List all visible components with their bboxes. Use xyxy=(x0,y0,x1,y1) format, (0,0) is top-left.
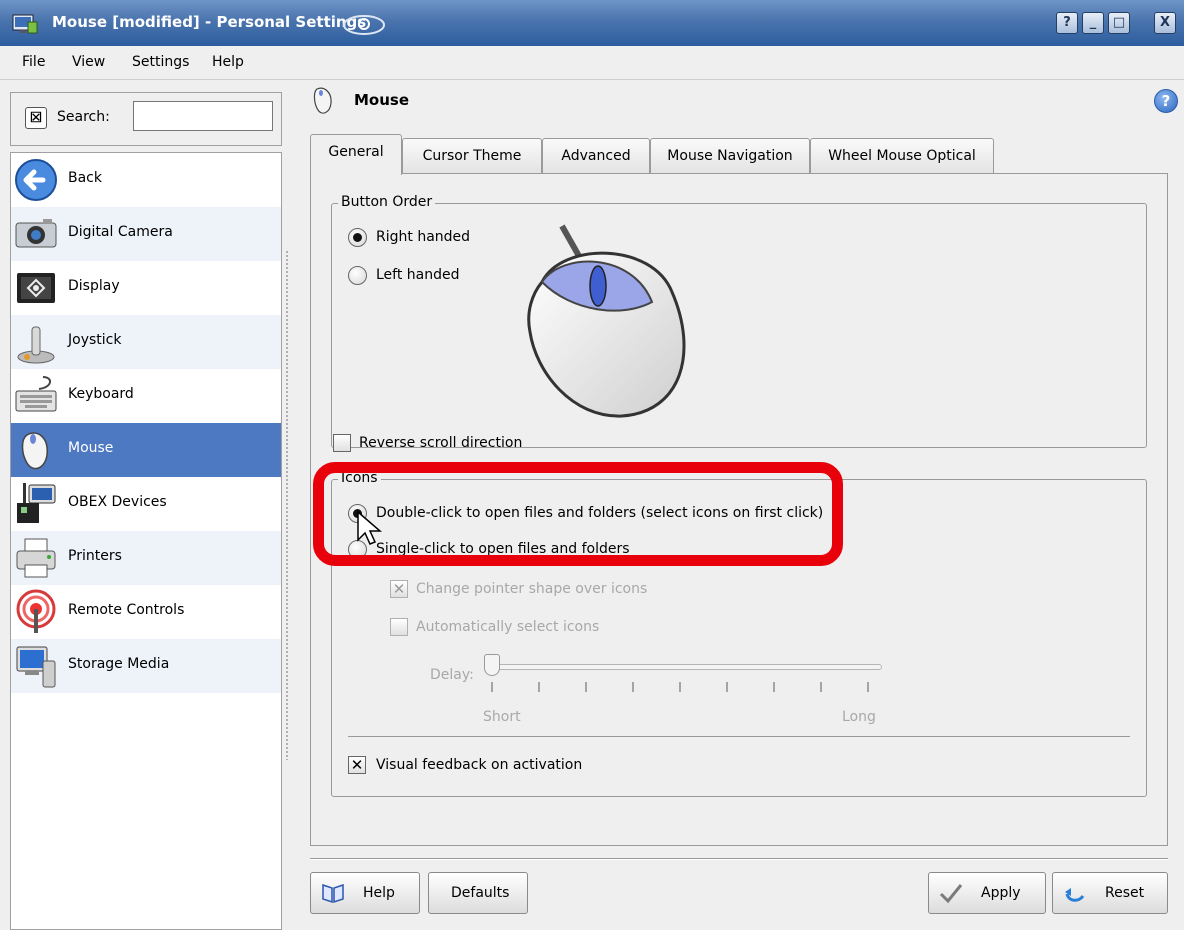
tab-general[interactable]: General xyxy=(310,134,402,175)
sidebar-item-display[interactable]: Display xyxy=(11,261,281,315)
right-handed-label[interactable]: Right handed xyxy=(376,229,470,245)
tab-cursor-theme[interactable]: Cursor Theme xyxy=(402,138,542,174)
reverse-scroll-checkbox[interactable] xyxy=(333,434,351,452)
sidebar-item-label: Display xyxy=(68,278,120,294)
keyboard-icon xyxy=(15,376,57,412)
auto-select-label[interactable]: Automatically select icons xyxy=(416,619,599,635)
slider-ticks xyxy=(491,682,869,692)
reset-button[interactable]: Reset xyxy=(1052,872,1168,914)
menu-settings[interactable]: Settings xyxy=(132,54,189,70)
sidebar-item-label: Storage Media xyxy=(68,656,170,672)
search-input[interactable] xyxy=(133,101,273,131)
short-label: Short xyxy=(483,709,521,725)
delay-slider-handle[interactable] xyxy=(484,654,500,676)
sidebar-list: Back Digital Camera Display Joystick Key… xyxy=(10,152,282,930)
clear-search-icon[interactable]: ⮽ xyxy=(25,107,47,129)
defaults-button-label: Defaults xyxy=(451,885,510,901)
settings-app-icon xyxy=(12,14,38,34)
highlight-annotation xyxy=(313,462,843,566)
sidebar-item-keyboard[interactable]: Keyboard xyxy=(11,369,281,423)
joystick-icon xyxy=(17,326,55,364)
help-book-icon xyxy=(322,883,344,904)
auto-select-checkbox[interactable] xyxy=(390,618,408,636)
sidebar-item-label: Back xyxy=(68,170,102,186)
help-icon[interactable]: ? xyxy=(1154,89,1178,113)
mouse-icon xyxy=(313,87,332,114)
help-button-label: Help xyxy=(363,885,395,901)
change-pointer-label[interactable]: Change pointer shape over icons xyxy=(416,581,647,597)
sidebar-item-mouse[interactable]: Mouse xyxy=(11,423,281,477)
display-icon xyxy=(17,273,55,303)
menu-file[interactable]: File xyxy=(22,54,45,70)
back-arrow-icon xyxy=(15,159,57,201)
minimize-button[interactable]: _ xyxy=(1082,12,1104,34)
change-pointer-checkbox[interactable]: ✕ xyxy=(390,580,408,598)
context-help-button[interactable]: ? xyxy=(1056,12,1078,34)
menu-bar: File View Settings Help xyxy=(0,46,1184,80)
mouse-pointer-icon xyxy=(357,510,383,545)
reset-arrow-icon xyxy=(1065,888,1085,902)
sidebar-item-label: Keyboard xyxy=(68,386,134,402)
divider xyxy=(348,736,1130,737)
sidebar-item-label: OBEX Devices xyxy=(68,494,167,510)
right-handed-radio[interactable] xyxy=(348,228,367,247)
left-handed-label[interactable]: Left handed xyxy=(376,267,460,283)
sidebar-item-label: Mouse xyxy=(68,440,114,456)
search-area: ⮽ Search: xyxy=(10,92,282,146)
sidebar-item-label: Remote Controls xyxy=(68,602,185,618)
sidebar-item-digital-camera[interactable]: Digital Camera xyxy=(11,207,281,261)
left-handed-radio[interactable] xyxy=(348,266,367,285)
camera-icon xyxy=(15,219,57,248)
visual-feedback-checkbox[interactable]: ✕ xyxy=(348,756,366,774)
sidebar-item-storage-media[interactable]: Storage Media xyxy=(11,639,281,693)
sidebar-item-label: Digital Camera xyxy=(68,224,173,240)
tab-mouse-navigation[interactable]: Mouse Navigation xyxy=(650,138,810,174)
printer-icon xyxy=(16,538,56,578)
tab-advanced[interactable]: Advanced xyxy=(542,138,650,174)
delay-label: Delay: xyxy=(430,667,474,683)
sidebar-item-printers[interactable]: Printers xyxy=(11,531,281,585)
delay-slider-track[interactable] xyxy=(490,664,882,670)
apply-button[interactable]: Apply xyxy=(928,872,1046,914)
sidebar-item-obex-devices[interactable]: OBEX Devices xyxy=(11,477,281,531)
maximize-button[interactable]: □ xyxy=(1108,12,1130,34)
window-title: Mouse [modified] - Personal Settings xyxy=(52,13,367,31)
button-order-group: Button Order Right handed Left handed xyxy=(331,194,1147,448)
checkmark-icon xyxy=(939,884,963,904)
obex-icon xyxy=(17,483,56,523)
sidebar-item-label: Joystick xyxy=(68,332,122,348)
close-button[interactable]: X xyxy=(1154,12,1176,34)
sidebar-item-remote-controls[interactable]: Remote Controls xyxy=(11,585,281,639)
mouse-icon xyxy=(21,432,48,470)
menu-view[interactable]: View xyxy=(72,54,105,70)
help-button[interactable]: Help xyxy=(310,872,420,914)
sidebar-item-back[interactable]: Back xyxy=(11,153,281,207)
divider xyxy=(310,858,1168,860)
reverse-scroll-label[interactable]: Reverse scroll direction xyxy=(359,435,522,451)
defaults-button[interactable]: Defaults xyxy=(428,872,528,914)
sidebar-item-label: Printers xyxy=(68,548,122,564)
long-label: Long xyxy=(842,709,876,725)
visual-feedback-label[interactable]: Visual feedback on activation xyxy=(376,757,582,773)
kde-swirl-icon xyxy=(343,15,385,35)
tab-wheel-mouse-optical[interactable]: Wheel Mouse Optical xyxy=(810,138,994,174)
remote-icon xyxy=(16,589,56,633)
apply-button-label: Apply xyxy=(981,885,1021,901)
page-title: Mouse xyxy=(354,91,410,109)
reset-button-label: Reset xyxy=(1105,885,1145,901)
sidebar-item-joystick[interactable]: Joystick xyxy=(11,315,281,369)
group-title: Button Order xyxy=(338,194,436,210)
title-bar: Mouse [modified] - Personal Settings ? _… xyxy=(0,0,1184,46)
mouse-illustration-icon xyxy=(527,224,686,418)
storage-icon xyxy=(16,646,56,688)
menu-help[interactable]: Help xyxy=(212,54,244,70)
search-label: Search: xyxy=(57,109,110,125)
panel-splitter[interactable] xyxy=(285,250,289,760)
